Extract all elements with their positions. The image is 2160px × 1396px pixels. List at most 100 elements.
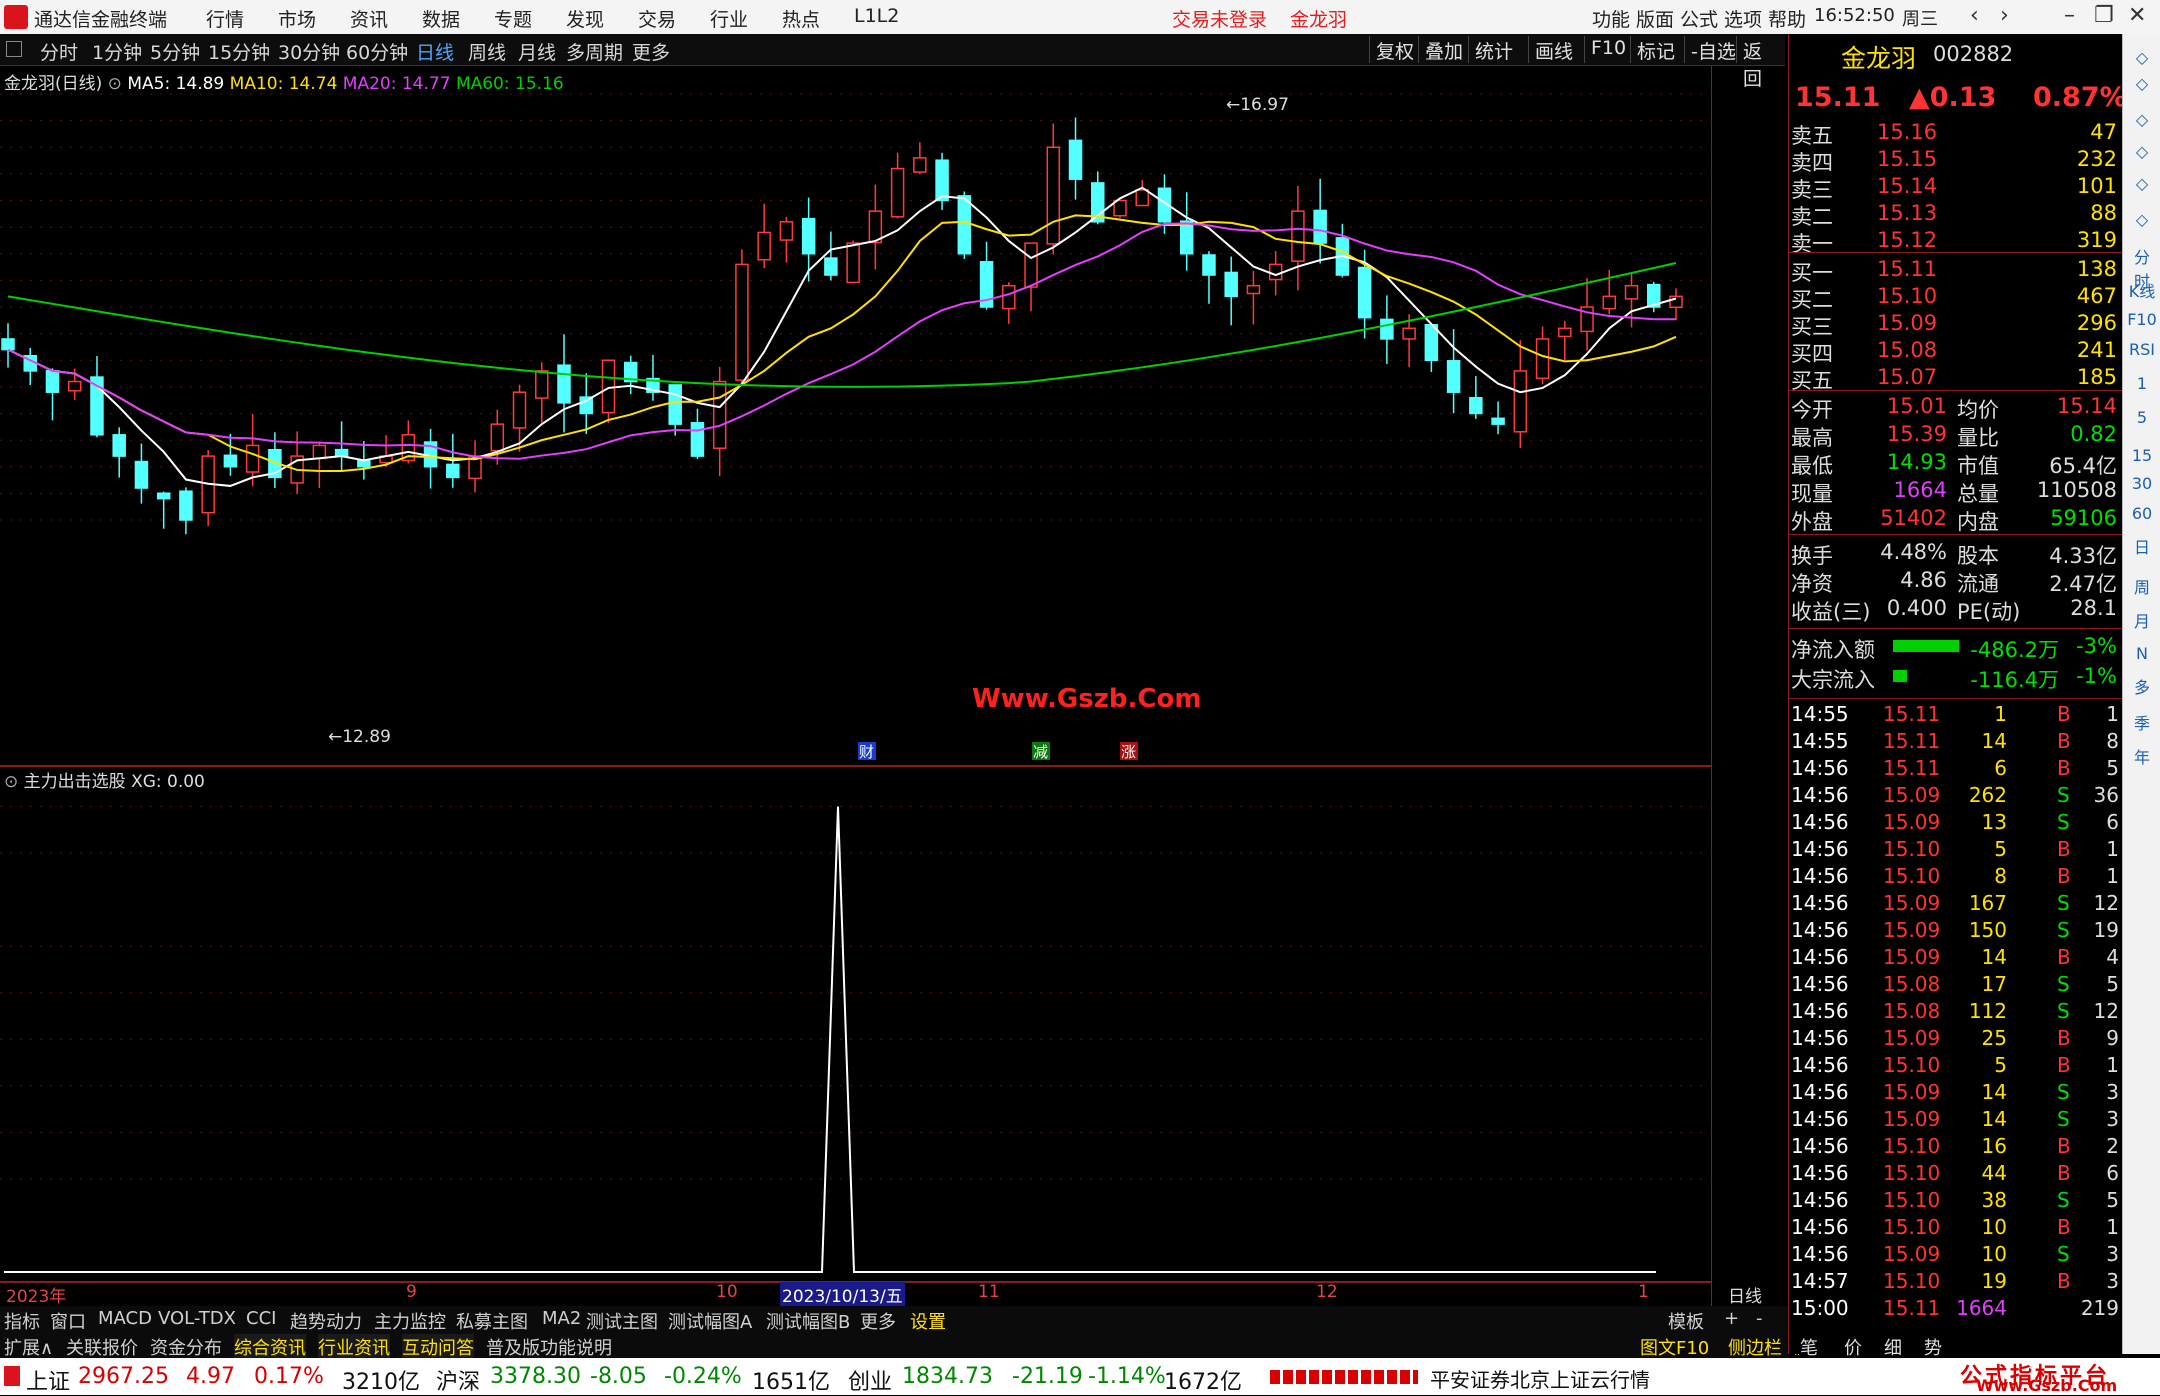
menu-item[interactable]: 选项 [1724,5,1762,32]
ask-row[interactable]: 卖五 15.16 47 [1789,120,2123,148]
kline-chart[interactable]: 17.0016.7516.5016.2516.0015.7515.5015.25… [0,66,1712,1306]
menu-item[interactable]: 市场 [278,5,316,32]
period-tab[interactable]: 更多 [632,38,670,65]
indicator-tab[interactable]: CCI [246,1308,276,1329]
period-tab[interactable]: 1分钟 [92,38,142,65]
menu-item[interactable]: L1L2 [854,5,899,27]
sidebar-tool-icon[interactable]: ◇ [2127,174,2157,202]
indicator-tab[interactable]: 更多 [860,1308,896,1334]
sidebar-tool[interactable]: 多 [2127,674,2157,702]
menu-item[interactable]: 行情 [206,5,244,32]
sidebar-tool[interactable]: RSI [2127,340,2157,368]
menu-item[interactable]: 公式 [1680,5,1718,32]
indicator-tab[interactable]: 测试主图 [586,1308,658,1334]
period-tab[interactable]: 30分钟 [278,38,340,65]
info-tab[interactable]: 普及版功能说明 [486,1334,612,1360]
indicator-tab[interactable]: 窗口 [50,1308,86,1334]
menu-item[interactable]: 专题 [494,5,532,32]
period-tab[interactable]: 5分钟 [150,38,200,65]
period-tab[interactable]: 周线 [468,38,506,65]
sidebar-tool-icon[interactable]: ◇ [2127,110,2157,138]
view-mode-button[interactable]: 笔 [1800,1334,1818,1360]
back-icon[interactable]: ‹ [1970,3,1979,28]
cy-label[interactable]: 创业 [848,1364,892,1396]
minimize-icon[interactable]: – [2064,3,2075,28]
sh-label[interactable]: 上证 [26,1364,70,1396]
panel-toggle-icon[interactable] [6,41,22,57]
indicator-title[interactable]: 主力出击选股 [24,772,126,792]
sidebar-tool[interactable]: K线 [2127,278,2157,306]
view-mode-button[interactable]: 细 [1884,1334,1902,1360]
info-tab[interactable]: 互动问答 [402,1334,474,1360]
indicator-tab[interactable]: 测试幅图B [766,1308,850,1334]
chart-tool-button[interactable]: -自选 [1684,36,1742,63]
sidebar-tool[interactable]: 15 [2127,446,2157,474]
template-button[interactable]: 模板 [1668,1308,1704,1334]
hs-label[interactable]: 沪深 [436,1364,480,1396]
sidebar-tool[interactable]: 月 [2127,608,2157,636]
sidebar-tool-icon[interactable]: ◇ [2127,142,2157,170]
menu-item[interactable]: 数据 [422,5,460,32]
panel-toggle[interactable]: 图文F10 [1640,1334,1709,1360]
chart-tool-button[interactable]: 标记 [1630,36,1681,63]
restore-icon[interactable]: ❐ [2094,3,2114,28]
sidebar-tool[interactable]: 60 [2127,504,2157,532]
period-tab[interactable]: 60分钟 [346,38,408,65]
sidebar-tool-icon[interactable]: ◇ [2127,210,2157,238]
sidebar-tool[interactable]: 分时 [2127,244,2157,291]
ma-dropdown-icon[interactable]: ⊙ [108,74,122,94]
sidebar-tool[interactable]: 周 [2127,574,2157,602]
ask-row[interactable]: 卖一 15.12 319 [1789,228,2123,256]
chart-tool-button[interactable]: 画线 [1528,36,1579,63]
ask-row[interactable]: 卖三 15.14 101 [1789,174,2123,202]
sidebar-tool[interactable]: 年 [2127,744,2157,772]
template-button[interactable]: + [1724,1308,1739,1329]
chart-tool-button[interactable]: 复权 [1369,36,1420,63]
indicator-tab[interactable]: 私募主图 [456,1308,528,1334]
view-mode-button[interactable]: 价 [1844,1334,1862,1360]
close-icon[interactable]: ✕ [2128,3,2146,28]
menu-item[interactable]: 发现 [566,5,604,32]
sidebar-tool[interactable]: F10 [2127,310,2157,338]
info-tab[interactable]: 行业资讯 [318,1334,390,1360]
indicator-tab[interactable]: 设置 [910,1308,946,1334]
indicator-tab[interactable]: VOL-TDX [158,1308,236,1329]
info-tab[interactable]: 综合资讯 [234,1334,306,1360]
period-tab[interactable]: 15分钟 [208,38,270,65]
menu-item[interactable]: 资讯 [350,5,388,32]
sidebar-tool-icon[interactable]: ◇ [2127,48,2157,76]
sidebar-tool-icon[interactable]: ◇ [2127,74,2157,102]
server-name[interactable]: 平安证券北京上证云行情 [1430,1364,1650,1393]
period-tab[interactable]: 分时 [40,38,78,65]
menu-item[interactable]: 帮助 [1768,5,1806,32]
indicator-tab[interactable]: 测试幅图A [668,1308,752,1334]
menu-item[interactable]: 功能 [1592,5,1630,32]
menu-item[interactable]: 交易 [638,5,676,32]
bid-row[interactable]: 买一 15.11 138 [1789,257,2123,285]
bid-row[interactable]: 买五 15.07 185 [1789,365,2123,393]
menu-item[interactable]: 热点 [782,5,820,32]
sidebar-tool[interactable]: 1 [2127,374,2157,402]
bid-row[interactable]: 买三 15.09 296 [1789,311,2123,339]
menu-item[interactable]: 版面 [1636,5,1674,32]
indicator-tab[interactable]: 趋势动力 [290,1308,362,1334]
indicator-dropdown-icon[interactable]: ⊙ [4,772,18,792]
chart-tool-button[interactable]: 返回 [1736,36,1785,90]
chart-tool-button[interactable]: 叠加 [1418,36,1469,63]
info-tab[interactable]: 扩展∧ [4,1334,53,1360]
forward-icon[interactable]: › [2000,3,2009,28]
period-tab[interactable]: 多周期 [566,38,623,65]
sidebar-tool[interactable]: 5 [2127,408,2157,436]
period-tab[interactable]: 日线 [416,38,454,65]
trade-status[interactable]: 交易未登录 [1172,5,1267,32]
bid-row[interactable]: 买四 15.08 241 [1789,338,2123,366]
menu-item[interactable]: 行业 [710,5,748,32]
template-button[interactable]: - [1756,1308,1763,1329]
sidebar-tool[interactable]: 季 [2127,710,2157,738]
chart-tool-button[interactable]: 统计 [1468,36,1519,63]
indicator-tab[interactable]: MA2 [542,1308,581,1329]
sidebar-tool[interactable]: N [2127,644,2157,672]
chart-tool-button[interactable]: F10 [1584,36,1632,63]
info-tab[interactable]: 关联报价 [66,1334,138,1360]
period-tab[interactable]: 月线 [518,38,556,65]
